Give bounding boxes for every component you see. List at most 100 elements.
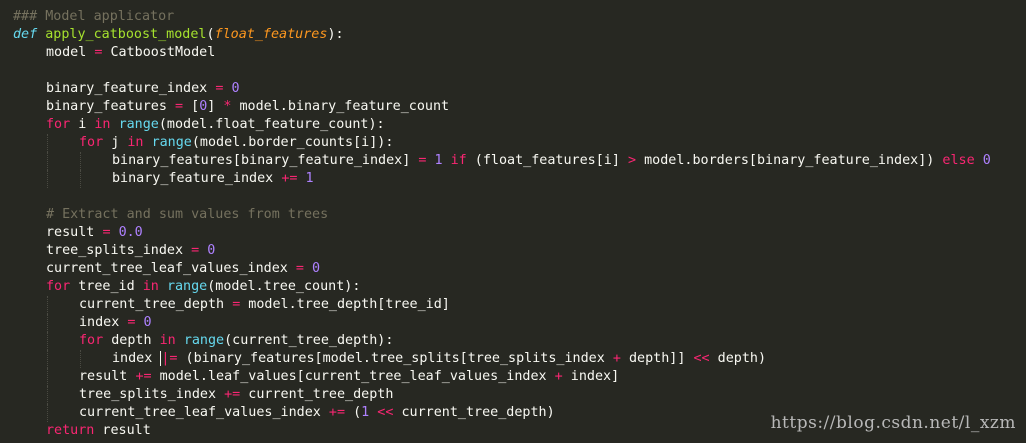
token-text: result [46,225,103,240]
token-text: tree_splits_index [46,243,192,258]
token-text: binary_feature_index [46,81,216,96]
code-line[interactable]: current_tree_depth = model.tree_depth[tr… [0,296,1026,314]
token-text: current_tree_depth [240,387,394,402]
token-num: 1 [305,171,314,186]
code-line[interactable]: model = CatboostModel [0,44,1026,62]
token-num: 0 [312,261,321,276]
code-content: ### Model applicator [13,9,174,24]
indent-guide [47,350,49,368]
code-line[interactable]: for depth in range(current_tree_depth): [0,332,1026,350]
token-op: > [627,153,637,168]
token-kw: return [46,423,95,438]
token-op: += [224,387,241,402]
code-content: binary_feature_index = 0 [13,81,240,96]
code-line[interactable]: binary_features = [0] * model.binary_fea… [0,98,1026,116]
code-content: tree_splits_index += current_tree_depth [13,387,393,402]
code-line[interactable]: current_tree_leaf_values_index = 0 [0,260,1026,278]
token-op: |= [160,351,178,366]
token-text: ( [206,27,215,42]
code-content: return result [13,423,151,438]
token-num: 1 [434,153,443,168]
token-kw: in [159,333,176,348]
token-text: (model.border_counts[i]): [191,135,394,150]
indent-guide [47,134,49,152]
code-line[interactable]: result += model.leaf_values[current_tree… [0,368,1026,386]
code-line[interactable]: tree_splits_index += current_tree_depth [0,386,1026,404]
token-text: current_tree_leaf_values_index [46,261,296,276]
code-line[interactable]: def apply_catboost_model(float_features)… [0,26,1026,44]
token-text: result [94,423,151,438]
token-kw: in [127,135,144,150]
token-builtin: range [166,279,208,294]
code-line[interactable]: # Extract and sum values from trees [0,206,1026,224]
code-content: for i in range(model.float_feature_count… [13,117,385,132]
token-text: model.leaf_values[current_tree_leaf_valu… [151,369,555,384]
code-content: current_tree_leaf_values_index = 0 [13,261,320,276]
token-text: i [70,117,95,132]
token-text: (current_tree_depth): [224,333,394,348]
code-line[interactable]: binary_feature_index += 1 [0,170,1026,188]
code-editor[interactable]: ### Model applicator def apply_catboost_m… [0,0,1026,443]
code-line[interactable]: binary_features[binary_feature_index] = … [0,152,1026,170]
code-line[interactable]: for tree_id in range(model.tree_count): [0,278,1026,296]
token-text: ] [207,99,224,114]
token-op: + [612,351,621,366]
token-text: tree_id [70,279,143,294]
token-text: binary_features [46,99,175,114]
indent-guide [47,170,49,188]
code-content: def apply_catboost_model(float_features)… [13,27,344,42]
token-kw: for [46,117,71,132]
token-text: index] [562,369,620,384]
code-content: binary_features = [0] * model.binary_fea… [13,99,449,114]
code-line[interactable]: ### Model applicator [0,8,1026,26]
code-line[interactable]: for j in range(model.border_counts[i]): [0,134,1026,152]
indent-guide [47,368,49,386]
code-content [13,189,46,204]
token-text: model.tree_depth[tree_id] [240,297,450,312]
code-line[interactable] [0,62,1026,80]
code-content: current_tree_leaf_values_index += (1 << … [13,405,555,420]
token-builtin: range [183,333,225,348]
token-text: current_tree_depth) [393,405,555,420]
token-text: (binary_features[model.tree_splits[tree_… [177,351,613,366]
code-line[interactable]: tree_splits_index = 0 [0,242,1026,260]
code-line[interactable]: result = 0.0 [0,224,1026,242]
indent-guide [47,404,49,422]
code-line[interactable]: binary_feature_index = 0 [0,80,1026,98]
token-text: ): [327,27,344,42]
token-text: (float_features[i] [466,153,628,168]
indent-guide [47,332,49,350]
token-kw: for [46,279,71,294]
token-comment: # Extract and sum values from trees [46,207,329,222]
code-content: tree_splits_index = 0 [13,243,215,258]
token-op: << [693,351,710,366]
code-line[interactable] [0,188,1026,206]
token-builtin: range [118,117,159,132]
code-content: binary_features[binary_feature_index] = … [13,153,991,168]
token-comment: ### Model applicator [13,9,175,24]
code-content: for depth in range(current_tree_depth): [13,333,393,348]
token-text: model.binary_feature_count [231,99,450,114]
code-line[interactable]: index = 0 [0,314,1026,332]
token-text: result [79,369,136,384]
code-line[interactable]: for i in range(model.float_feature_count… [0,116,1026,134]
token-text: (model.float_feature_count): [158,117,385,132]
token-kw: in [142,279,159,294]
code-content: model = CatboostModel [13,45,215,60]
token-kw: for [79,333,104,348]
token-text: j [103,135,128,150]
token-text: (model.tree_count): [207,279,361,294]
code-line[interactable]: index |= (binary_features[model.tree_spl… [0,350,1026,368]
code-content: current_tree_depth = model.tree_depth[tr… [13,297,450,312]
token-kw: else [942,153,975,168]
token-text: index [112,351,161,366]
code-content: result = 0.0 [13,225,143,240]
indent-guide [47,152,49,170]
token-op: = [295,261,304,276]
code-content: for j in range(model.border_counts[i]): [13,135,393,150]
token-num: 0 [982,153,991,168]
indent-guide [47,386,49,404]
